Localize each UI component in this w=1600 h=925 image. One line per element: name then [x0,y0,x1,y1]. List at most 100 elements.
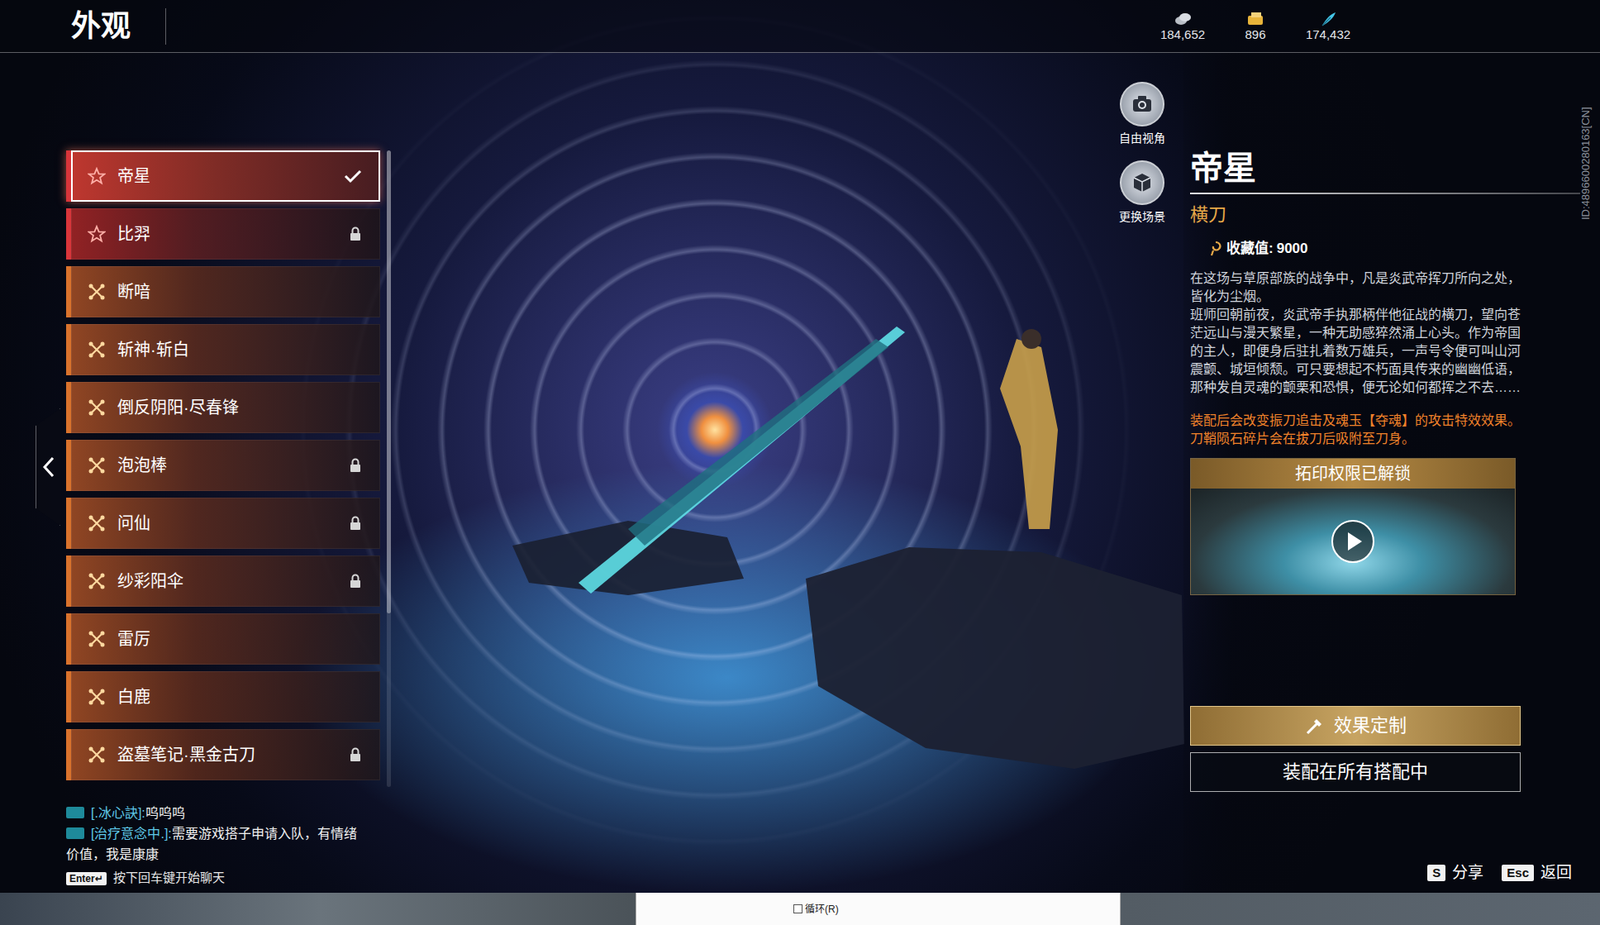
tool-label: 更换场景 [1119,208,1166,226]
rarity-icon [87,398,106,417]
view-tool-button[interactable]: 自由视角 [1119,81,1166,148]
video-title: 拓印权限已解锁 [1190,458,1515,489]
main-area: 帝星比羿断喑斩神·斩白倒反阴阳·尽春锋泡泡棒问仙纱彩阳伞雷厉白鹿盗墓笔记·黑金古… [0,52,1600,893]
channel-icon [66,806,85,819]
currency-value: 184,652 [1160,27,1205,43]
player-id-text: ID:4896600280163[CN] [1578,71,1594,220]
skin-name: 比羿 [117,221,349,247]
skin-item[interactable]: 泡泡棒 [66,439,381,491]
skin-name: 纱彩阳伞 [117,568,349,594]
skin-name: 盗墓笔记·黑金古刀 [117,742,349,767]
player-window: 循环(R) [635,892,1121,925]
tool-circle [1119,160,1165,205]
loop-label[interactable]: 循环(R) [804,901,839,917]
lock-icon [348,573,362,589]
skin-list-wrap: 帝星比羿断喑斩神·斩白倒反阴阳·尽春锋泡泡棒问仙纱彩阳伞雷厉白鹿盗墓笔记·黑金古… [66,150,397,787]
rarity-icon [87,629,106,648]
currency-value: 896 [1244,27,1266,43]
rarity-icon [87,340,106,359]
skin-title: 帝星 [1190,147,1581,195]
tool-label: 自由视角 [1119,129,1166,148]
shortcut-key: Esc [1501,864,1534,881]
effect-line: 刀鞘陨石碎片会在拔刀后吸附至刀身。 [1190,429,1523,448]
button-label: 装配在所有搭配中 [1282,757,1429,786]
shortcut[interactable]: S分享 [1427,861,1484,886]
weapon-type: 横刀 [1190,200,1523,229]
rarity-icon [87,571,106,591]
loop-checkbox[interactable] [793,904,803,914]
shortcut[interactable]: Esc 返回 [1501,861,1572,886]
shortcut-label: 返回 [1540,861,1572,886]
list-scrollbar[interactable] [386,150,391,787]
skin-item[interactable]: 比羿 [66,208,381,260]
skin-name: 白鹿 [117,684,362,710]
page-title: 外观 [71,11,166,42]
tool-circle [1119,81,1165,127]
skin-item[interactable]: 白鹿 [66,671,381,723]
rarity-icon [87,514,106,533]
skin-name: 泡泡棒 [117,452,349,478]
title-divider [165,8,167,45]
skin-item[interactable]: 雷厉 [66,613,381,665]
lock-icon [348,515,362,531]
preview-area[interactable] [396,52,1101,893]
collection-value: 收藏值:9000 [1190,238,1523,260]
rarity-icon [87,745,106,764]
collapse-arrow[interactable] [35,408,61,526]
action-buttons: 效果定制装配在所有搭配中 [1190,705,1523,792]
description-paragraph: 在这场与草原部族的战争中，凡是炎武帝挥刀所向之处，皆化为尘烟。 [1190,269,1523,306]
lock-icon [348,457,362,473]
chat-channel[interactable]: [治疗意念中.]: [90,826,172,841]
skin-item[interactable]: 断喑 [66,266,381,318]
feather-icon [1319,10,1338,28]
chat-text: 呜呜呜 [145,805,186,820]
channel-icon [66,827,85,839]
bottom-strip: 循环(R) [0,892,1600,925]
chat-hint: Enter↵按下回车键开始聊天 [66,867,364,887]
skin-item[interactable]: 帝星 [66,150,381,202]
skin-name: 斩神·斩白 [117,337,362,362]
shortcut-bar: S分享 Esc 返回 [1190,861,1572,886]
currency-item: 184,652 [1158,10,1207,43]
equip-all-button[interactable]: 装配在所有搭配中 [1190,752,1521,792]
brush-icon [1304,714,1326,737]
skin-item[interactable]: 斩神·斩白 [66,323,381,376]
skin-effects: 装配后会改变振刀追击及魂玉【夺魂】的攻击特效效果。刀鞘陨石碎片会在拔刀后吸附至刀… [1190,411,1523,448]
chat-message: [治疗意念中.]:需要游戏搭子申请入队，有情绪价值，我是康康 [66,823,364,866]
currency-item: 896 [1231,10,1280,43]
button-label: 效果定制 [1333,711,1407,739]
shortcut-key: S [1427,864,1446,881]
skin-item[interactable]: 纱彩阳伞 [66,555,381,607]
top-bar: 外观 184,652 896 174,432 [0,0,1600,53]
skin-item[interactable]: 问仙 [66,497,381,549]
currency-value: 174,432 [1305,27,1351,43]
description-paragraph: 班师回朝前夜，炎武帝手执那柄伴他征战的横刀，望向苍茫远山与漫天繁星，一种无助感猝… [1190,305,1523,397]
view-tools: 自由视角更换场景 [1100,52,1184,893]
video-thumbnail[interactable] [1190,488,1515,595]
skin-list: 帝星比羿断喑斩神·斩白倒反阴阳·尽春锋泡泡棒问仙纱彩阳伞雷厉白鹿盗墓笔记·黑金古… [66,150,381,787]
currency-item: 174,432 [1304,10,1353,43]
chat-channel[interactable]: [.冰心訣]: [90,805,146,820]
customize-button[interactable]: 效果定制 [1190,705,1521,746]
skin-item[interactable]: 盗墓笔记·黑金古刀 [66,728,381,781]
star-icon [87,224,106,243]
preview-video[interactable]: 拓印权限已解锁 [1190,457,1516,596]
rarity-icon [87,456,106,475]
enter-key: Enter↵ [66,871,107,886]
check-icon [343,168,362,184]
lock-icon [348,226,362,242]
collection-icon [1208,240,1224,258]
skin-item[interactable]: 倒反阴阳·尽春锋 [66,381,381,434]
scene-cube-icon [1130,171,1154,195]
skin-name: 问仙 [117,510,349,536]
skin-name: 雷厉 [117,626,362,652]
ticket-icon [1246,10,1265,28]
coins-icon [1173,10,1192,28]
lock-icon [348,747,362,762]
skin-name: 帝星 [117,163,344,189]
effect-line: 装配后会改变振刀追击及魂玉【夺魂】的攻击特效效果。 [1190,411,1523,430]
chevron-left-icon [41,455,57,479]
skin-description: 在这场与草原部族的战争中，凡是炎武帝挥刀所向之处，皆化为尘烟。班师回朝前夜，炎武… [1190,269,1523,397]
scrollbar-thumb[interactable] [386,150,391,614]
view-tool-button[interactable]: 更换场景 [1119,160,1166,226]
